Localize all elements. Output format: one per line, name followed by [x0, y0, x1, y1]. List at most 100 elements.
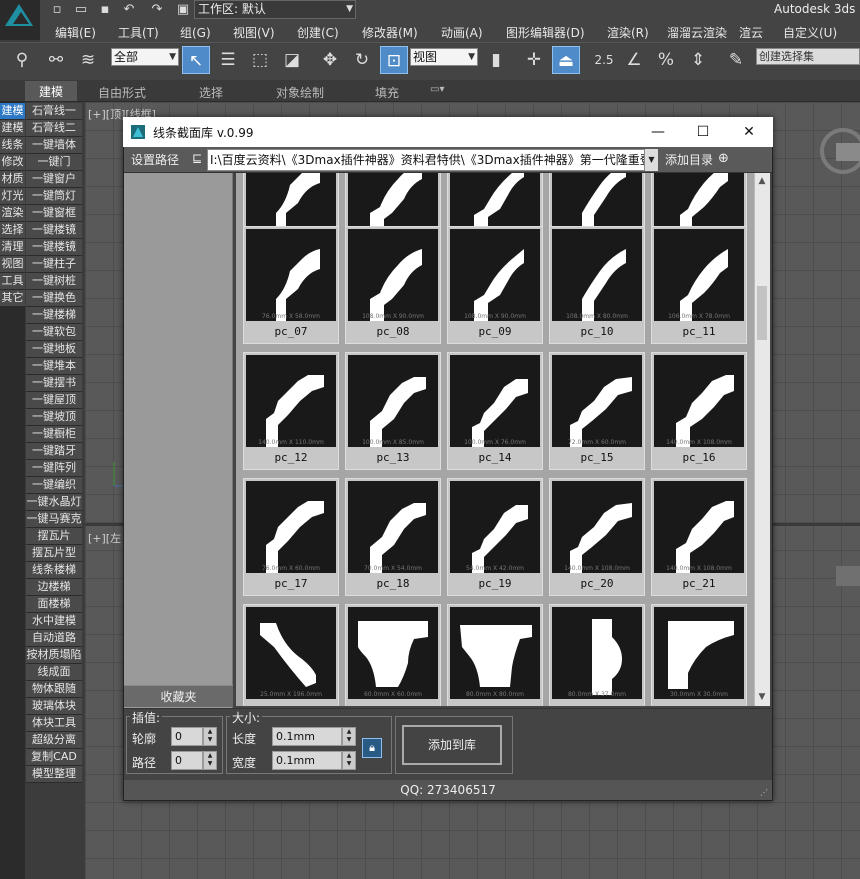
profile-card[interactable]: 108.0mm X 90.0mm pc_09	[447, 226, 543, 344]
bind-spacewarp-icon[interactable]: ≋	[74, 46, 102, 74]
tool-button[interactable]: 一键楼镜	[26, 239, 82, 256]
profile-thumbnail[interactable]: 30.0mm X 30.0mm	[654, 607, 744, 699]
viewcube-left[interactable]	[836, 566, 860, 586]
profile-card[interactable]: 72.0mm X 60.0mm pc_15	[549, 352, 645, 470]
open-folder-icon[interactable]: ▭	[72, 2, 90, 18]
outline-spinner[interactable]: 0	[171, 727, 203, 746]
tool-button[interactable]: 体块工具	[26, 715, 82, 732]
tool-button[interactable]: 一键楼梯	[26, 307, 82, 324]
add-folder-icon[interactable]: ⊕	[718, 151, 729, 166]
tool-button[interactable]: 一键树桩	[26, 273, 82, 290]
profile-card[interactable]: 25.0mm X 196.0mm	[243, 604, 339, 706]
profile-thumbnail[interactable]: 100.0mm X 76.0mm	[450, 355, 540, 447]
tool-button[interactable]: 一键窗户	[26, 171, 82, 188]
profile-thumbnail[interactable]: 76.0mm X 58.0mm	[246, 229, 336, 321]
profile-card[interactable]: 70.0mm X 54.0mm pc_18	[345, 478, 441, 596]
tool-button[interactable]: 一键编织	[26, 477, 82, 494]
tool-button[interactable]: 一键门	[26, 154, 82, 171]
menu-item[interactable]: 工具(T)	[118, 24, 159, 41]
tool-button[interactable]: 一键换色	[26, 290, 82, 307]
keyboard-shortcut-icon[interactable]: ⏏	[552, 46, 580, 74]
tool-button[interactable]: 一键软包	[26, 324, 82, 341]
profile-card[interactable]: 108.0mm X 90.0mm pc_08	[345, 226, 441, 344]
category-tab[interactable]: 工具	[0, 273, 25, 290]
profile-thumbnail[interactable]: 140.0mm X 108.0mm	[552, 481, 642, 573]
scale-icon[interactable]: ⊡	[380, 46, 408, 74]
tool-button[interactable]: 线条楼梯	[26, 562, 82, 579]
select-by-name-icon[interactable]: ☰	[214, 46, 242, 74]
tool-button[interactable]: 超级分离	[26, 732, 82, 749]
profile-card[interactable]: 108.0mm X 80.0mm pc_10	[549, 226, 645, 344]
profile-card[interactable]: 140.0mm X 108.0mm pc_16	[651, 352, 747, 470]
close-icon[interactable]: ✕	[737, 122, 761, 142]
add-to-library-button[interactable]: 添加到库	[402, 725, 502, 765]
viewport-label-left[interactable]: [+][左	[88, 530, 121, 546]
category-tab[interactable]: 材质	[0, 171, 25, 188]
profile-thumbnail[interactable]: 60.0mm X 60.0mm	[348, 607, 438, 699]
new-file-icon[interactable]: ▫	[48, 2, 66, 18]
named-selection-input[interactable]: 创建选择集	[756, 48, 860, 65]
category-tab[interactable]: 选择	[0, 222, 25, 239]
profile-card[interactable]: 100.0mm X 85.0mm pc_13	[345, 352, 441, 470]
window-crossing-icon[interactable]: ◪	[278, 46, 306, 74]
tool-button[interactable]: 一键柱子	[26, 256, 82, 273]
profile-card[interactable]: 80.0mm X 80.0mm	[447, 604, 543, 706]
outline-spinner-arrows[interactable]: ▲ ▼	[203, 727, 217, 746]
select-object-icon[interactable]: ↖	[182, 46, 210, 74]
category-tab[interactable]: 其它	[0, 290, 25, 307]
spinner-snap-icon[interactable]: ⇕	[684, 46, 712, 74]
tool-button[interactable]: 一键摆书	[26, 375, 82, 392]
set-path-button[interactable]: 设置路径	[131, 151, 179, 168]
tool-button[interactable]: 一键窗框	[26, 205, 82, 222]
profile-thumbnail[interactable]: 106.0mm X 78.0mm	[654, 229, 744, 321]
tool-button[interactable]: 一键水晶灯	[26, 494, 82, 511]
profile-thumbnail[interactable]: 108.0mm X 90.0mm	[348, 229, 438, 321]
tool-button[interactable]: 模型整理	[26, 766, 82, 783]
tool-button[interactable]: 摆瓦片型	[26, 545, 82, 562]
menu-item[interactable]: 创建(C)	[297, 24, 339, 41]
tool-button[interactable]: 一键踏牙	[26, 443, 82, 460]
link-icon[interactable]: ⚲	[8, 46, 36, 74]
selection-filter-dropdown[interactable]: 全部 ▼	[111, 48, 179, 66]
tool-button[interactable]: 水中建模	[26, 613, 82, 630]
profile-thumbnail[interactable]: 54.0mm X 42.0mm	[450, 481, 540, 573]
ribbon-tab[interactable]: 填充	[375, 84, 399, 101]
chevron-down-icon[interactable]: ▼	[645, 149, 658, 171]
tool-button[interactable]: 摆瓦片	[26, 528, 82, 545]
tool-button[interactable]: 复制CAD	[26, 749, 82, 766]
lock-icon[interactable]: 🔒︎	[362, 738, 382, 758]
menu-item[interactable]: 编辑(E)	[55, 24, 96, 41]
profile-grid[interactable]: 120.0mm X 76.0mmpc_0295.0mm X 76.0mmpc_0…	[236, 173, 754, 706]
tool-button[interactable]: 一键屋顶	[26, 392, 82, 409]
tool-button[interactable]: 自动道路	[26, 630, 82, 647]
save-icon[interactable]: ▪	[96, 2, 114, 18]
category-tab[interactable]: 建模	[0, 103, 25, 120]
ribbon-tab[interactable]: 自由形式	[98, 84, 146, 101]
tool-button[interactable]: 石膏线一	[26, 103, 82, 120]
category-tab[interactable]: 灯光	[0, 188, 25, 205]
category-tab[interactable]: 建模	[0, 120, 25, 137]
rect-selection-icon[interactable]: ⬚	[246, 46, 274, 74]
profile-thumbnail[interactable]: 70.0mm X 54.0mm	[348, 481, 438, 573]
tool-button[interactable]: 一键墙体	[26, 137, 82, 154]
menu-item[interactable]: 动画(A)	[441, 24, 483, 41]
tool-button[interactable]: 面楼梯	[26, 596, 82, 613]
menu-item[interactable]: 修改器(M)	[362, 24, 418, 41]
tool-button[interactable]: 边楼梯	[26, 579, 82, 596]
menu-item[interactable]: 自定义(U)	[783, 24, 837, 41]
path-combo[interactable]: I:\百度云资料\《3Dmax插件神器》资料君特供\《3Dmax插件神器》第一代…	[207, 149, 645, 171]
viewcube[interactable]	[836, 143, 860, 161]
profile-card[interactable]: 106.0mm X 78.0mm pc_11	[651, 226, 747, 344]
favorites-button[interactable]: 收藏夹	[124, 685, 233, 707]
width-spinner[interactable]: 0.1mm	[272, 751, 342, 770]
width-spinner-arrows[interactable]: ▲ ▼	[342, 751, 356, 770]
length-spinner-arrows[interactable]: ▲ ▼	[342, 727, 356, 746]
tool-button[interactable]: 一键筒灯	[26, 188, 82, 205]
ribbon-tab[interactable]: 建模	[25, 81, 78, 101]
grid-scrollbar[interactable]	[754, 173, 770, 706]
tool-button[interactable]: 石膏线二	[26, 120, 82, 137]
profile-card[interactable]: 76.0mm X 58.0mm pc_07	[243, 226, 339, 344]
angle-snap-icon[interactable]: ∠	[620, 46, 648, 74]
profile-thumbnail[interactable]: 25.0mm X 196.0mm	[246, 607, 336, 699]
undo-icon[interactable]: ↶	[120, 2, 138, 18]
